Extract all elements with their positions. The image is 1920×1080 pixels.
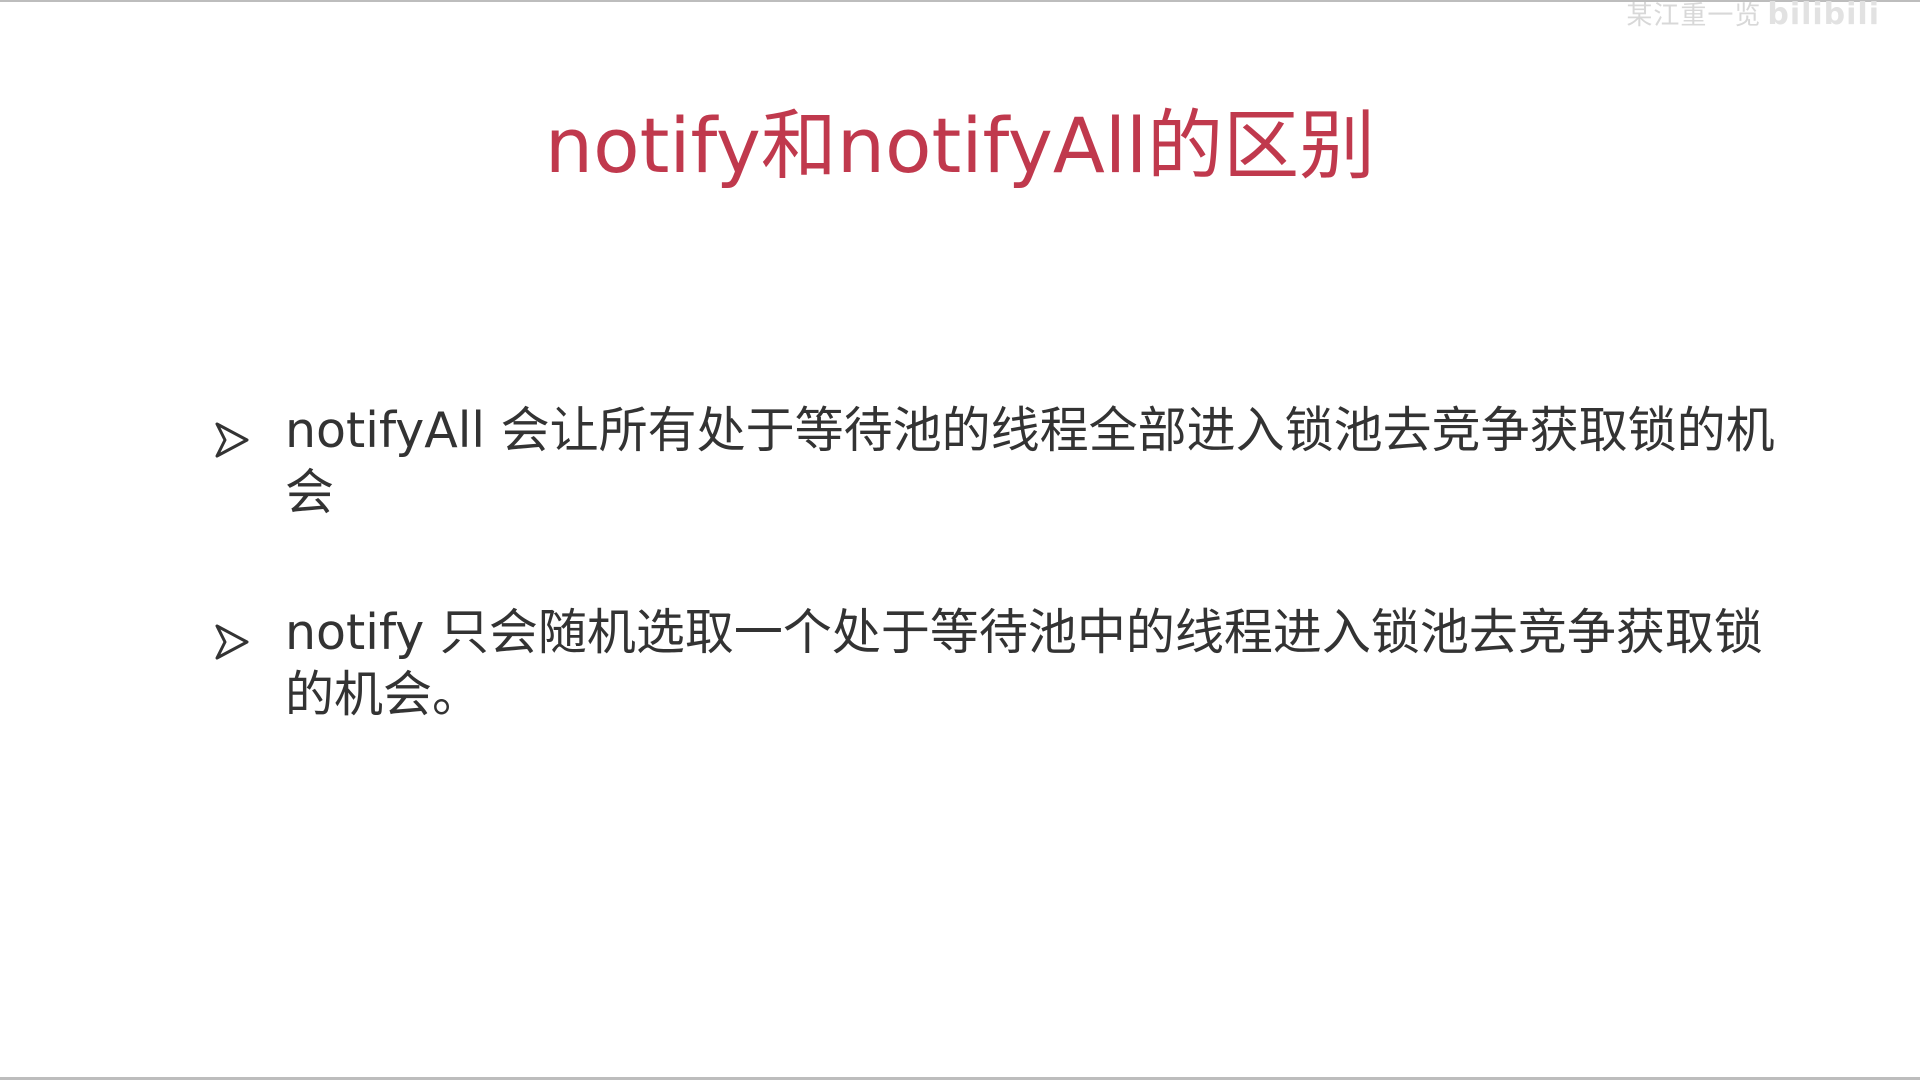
bilibili-logo: bilibili <box>1767 0 1880 32</box>
video-watermark: 某江重一览 bilibili <box>1626 0 1880 32</box>
arrowhead-bullet-icon <box>215 422 249 458</box>
watermark-channel: 某江重一览 <box>1626 1 1762 31</box>
slide-title: notify和notifyAll的区别 <box>544 101 1376 190</box>
bullet-text: notifyAll 会让所有处于等待池的线程全部进入锁池去竞争获取锁的机会 <box>285 402 1775 521</box>
bullet-item: notifyAll 会让所有处于等待池的线程全部进入锁池去竞争获取锁的机会 <box>0 400 1920 524</box>
arrowhead-bullet-icon <box>215 624 249 660</box>
bullet-list: notifyAll 会让所有处于等待池的线程全部进入锁池去竞争获取锁的机会 no… <box>0 400 1920 804</box>
bullet-text: notify 只会随机选取一个处于等待池中的线程进入锁池去竞争获取锁的机会。 <box>285 604 1763 723</box>
slide-frame: 某江重一览 bilibili notify和notifyAll的区别 notify… <box>0 0 1920 1080</box>
bullet-item: notify 只会随机选取一个处于等待池中的线程进入锁池去竞争获取锁的机会。 <box>0 602 1920 726</box>
